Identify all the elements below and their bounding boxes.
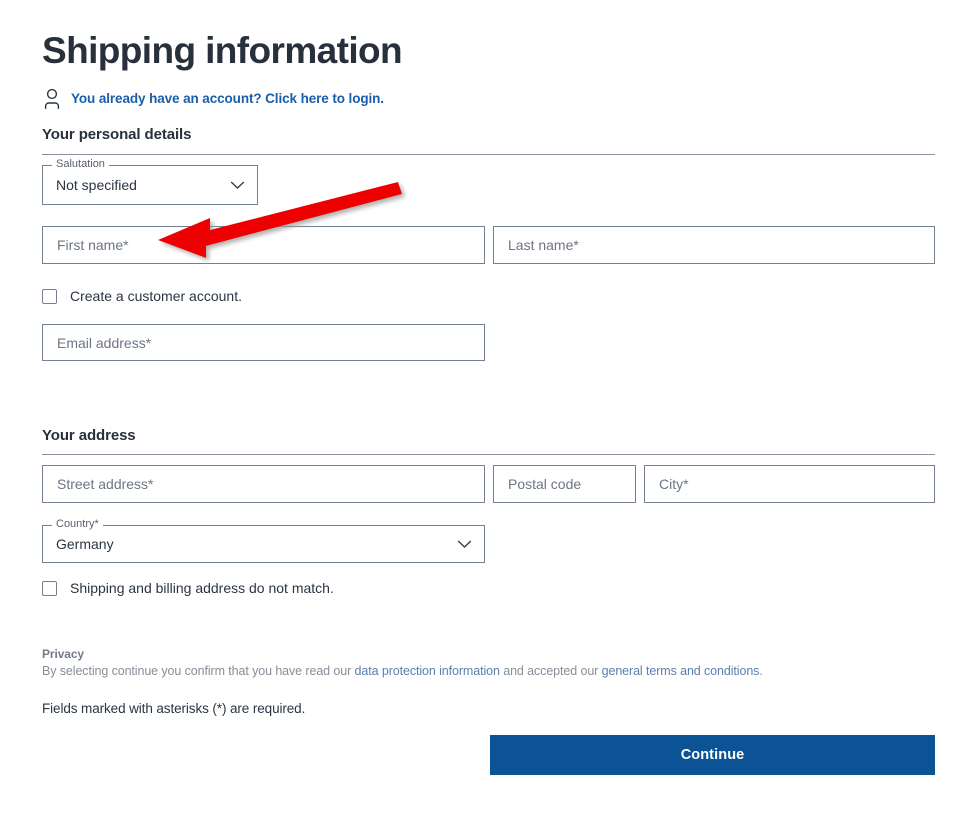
chevron-down-icon (230, 181, 245, 190)
salutation-legend: Salutation (52, 158, 109, 171)
create-account-row[interactable]: Create a customer account. (42, 286, 242, 306)
salutation-select[interactable]: Salutation Not specified (42, 158, 258, 205)
city-input[interactable] (644, 465, 935, 503)
privacy-text: By selecting continue you confirm that y… (42, 664, 763, 678)
data-protection-link[interactable]: data protection information (355, 664, 500, 678)
login-link[interactable]: You already have an account? Click here … (71, 91, 384, 106)
page-title: Shipping information (42, 30, 403, 71)
shipping-information-page: Shipping information You already have an… (0, 0, 965, 814)
create-account-label: Create a customer account. (70, 288, 242, 304)
login-prompt-row[interactable]: You already have an account? Click here … (42, 86, 384, 110)
required-fields-note: Fields marked with asterisks (*) are req… (42, 701, 306, 716)
terms-conditions-link[interactable]: general terms and conditions (602, 664, 760, 678)
create-account-checkbox[interactable] (42, 288, 57, 304)
privacy-text-part2: and accepted our (499, 664, 602, 678)
address-heading: Your address (42, 427, 136, 444)
person-icon (44, 88, 60, 109)
billing-mismatch-label: Shipping and billing address do not matc… (70, 580, 334, 596)
postal-code-input[interactable] (493, 465, 636, 503)
continue-button[interactable]: Continue (490, 735, 935, 775)
salutation-value: Not specified (56, 177, 137, 193)
country-legend: Country* (52, 518, 103, 531)
billing-mismatch-row[interactable]: Shipping and billing address do not matc… (42, 578, 334, 598)
privacy-text-part3: . (759, 664, 763, 678)
privacy-title: Privacy (42, 647, 85, 661)
email-input[interactable] (42, 324, 485, 361)
country-value: Germany (56, 536, 114, 552)
personal-details-divider (42, 154, 935, 155)
street-address-input[interactable] (42, 465, 485, 503)
country-select[interactable]: Country* Germany (42, 518, 485, 563)
first-name-input[interactable] (42, 226, 485, 264)
chevron-down-icon (457, 540, 472, 549)
privacy-text-part1: By selecting continue you confirm that y… (42, 664, 355, 678)
personal-details-heading: Your personal details (42, 126, 192, 143)
address-divider (42, 454, 935, 455)
billing-mismatch-checkbox[interactable] (42, 580, 57, 596)
last-name-input[interactable] (493, 226, 935, 264)
